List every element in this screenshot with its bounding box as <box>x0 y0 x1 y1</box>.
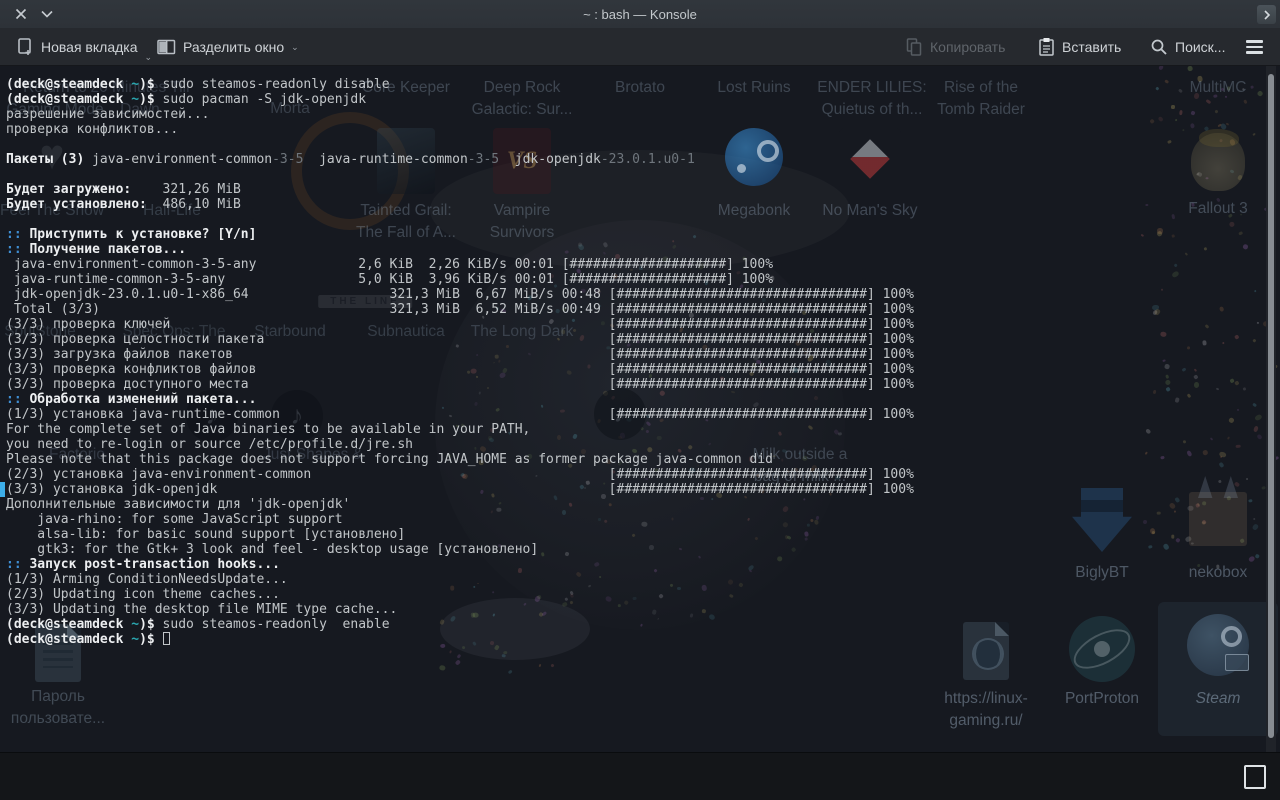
paste-icon <box>1038 37 1055 57</box>
terminal-line: (2/3) Updating icon theme caches... <box>6 587 914 602</box>
terminal-line: jdk-openjdk-23.0.1.u0-1-x86_64 321,3 MiB… <box>6 287 914 302</box>
terminal-line: Пакеты (3) java-environment-common-3-5 j… <box>6 152 914 167</box>
terminal-scrollbar-thumb[interactable] <box>1268 74 1274 738</box>
search-label: Поиск... <box>1175 39 1225 55</box>
terminal-line: gtk3: for the Gtk+ 3 look and feel - des… <box>6 542 914 557</box>
new-tab-dropdown-icon[interactable]: ⌄ <box>145 52 153 63</box>
copy-icon <box>905 37 923 57</box>
taskbar: us 15% 15:24 02.01.2026 <box>0 752 1280 800</box>
terminal-line: :: Получение пакетов... <box>6 242 914 257</box>
show-desktop-button[interactable] <box>1244 765 1266 789</box>
paste-label: Вставить <box>1062 39 1121 55</box>
window-close-button[interactable] <box>8 1 34 27</box>
terminal-line <box>6 212 914 227</box>
copy-label: Копировать <box>930 39 1005 55</box>
terminal-line: (3/3) проверка конфликтов файлов [######… <box>6 362 914 377</box>
chevron-down-icon <box>41 10 53 18</box>
terminal-line <box>6 137 914 152</box>
terminal-line: (1/3) Arming ConditionNeedsUpdate... <box>6 572 914 587</box>
titlebar-arrow-button[interactable] <box>1257 5 1276 24</box>
terminal-line: alsa-lib: for basic sound support [устан… <box>6 527 914 542</box>
new-tab-label: Новая вкладка <box>41 39 138 55</box>
chevron-right-icon <box>1263 10 1271 20</box>
terminal-line: For the complete set of Java binaries to… <box>6 422 914 437</box>
terminal-line: (3/3) установка jdk-openjdk [###########… <box>6 482 914 497</box>
terminal-line: Total (3/3) 321,3 MiB 6,52 MiB/s 00:49 [… <box>6 302 914 317</box>
terminal-line: (3/3) загрузка файлов пакетов [#########… <box>6 347 914 362</box>
terminal-line: (deck@steamdeck ~)$ <box>6 632 914 647</box>
window-menu-button[interactable] <box>34 1 60 27</box>
terminal-line: (deck@steamdeck ~)$ sudo steamos-readonl… <box>6 617 914 632</box>
new-tab-icon <box>16 37 34 57</box>
terminal-line: Please note that this package does not s… <box>6 452 914 467</box>
copy-button[interactable]: Копировать <box>905 28 1005 66</box>
terminal-line: java-environment-common-3-5-any 2,6 KiB … <box>6 257 914 272</box>
terminal-cursor <box>163 632 170 645</box>
terminal-line: Будет установлено: 486,10 MiB <box>6 197 914 212</box>
terminal-line: java-runtime-common-3-5-any 5,0 KiB 3,96… <box>6 272 914 287</box>
terminal-line: (3/3) проверка ключей [#################… <box>6 317 914 332</box>
terminal-line <box>6 167 914 182</box>
terminal-line: (3/3) проверка целостности пакета [#####… <box>6 332 914 347</box>
window-titlebar: ~ : bash — Konsole <box>0 0 1280 28</box>
terminal-line: (3/3) Updating the desktop file MIME typ… <box>6 602 914 617</box>
search-button[interactable]: Поиск... <box>1150 28 1225 66</box>
split-window-label: Разделить окно <box>183 39 284 55</box>
konsole-toolbar: Новая вкладка ⌄ Разделить окно ⌄ Копиров… <box>0 28 1280 66</box>
terminal-line: :: Запуск post-transaction hooks... <box>6 557 914 572</box>
terminal-line: :: Обработка изменений пакета... <box>6 392 914 407</box>
terminal-line: Дополнительные зависимости для 'jdk-open… <box>6 497 914 512</box>
split-window-button[interactable]: Разделить окно ⌄ <box>157 28 299 66</box>
new-tab-button[interactable]: Новая вкладка ⌄ <box>16 28 152 66</box>
split-window-icon <box>157 39 176 55</box>
terminal-line: (deck@steamdeck ~)$ sudo steamos-readonl… <box>6 77 914 92</box>
terminal-line: you need to re-login or source /etc/prof… <box>6 437 914 452</box>
split-window-dropdown-icon[interactable]: ⌄ <box>291 42 299 53</box>
close-icon <box>15 8 27 20</box>
terminal-line: java-rhino: for some JavaScript support <box>6 512 914 527</box>
menu-button[interactable] <box>1246 28 1263 66</box>
terminal-line: Будет загружено: 321,26 MiB <box>6 182 914 197</box>
terminal-content: (deck@steamdeck ~)$ sudo steamos-readonl… <box>6 77 914 647</box>
terminal-line: проверка конфликтов... <box>6 122 914 137</box>
terminal-line: (3/3) проверка доступного места [#######… <box>6 377 914 392</box>
selection-marker <box>0 482 5 497</box>
terminal-line: (2/3) установка java-environment-common … <box>6 467 914 482</box>
hamburger-icon <box>1246 40 1263 53</box>
screen: Return toGaming Mode20 Minutes TillDawnM… <box>0 0 1280 800</box>
search-icon <box>1150 38 1168 56</box>
paste-button[interactable]: Вставить <box>1038 28 1121 66</box>
terminal-line: (deck@steamdeck ~)$ sudo pacman -S jdk-o… <box>6 92 914 107</box>
window-title: ~ : bash — Konsole <box>0 7 1280 22</box>
terminal-line: разрешение зависимостей... <box>6 107 914 122</box>
terminal-line: (1/3) установка java-runtime-common [###… <box>6 407 914 422</box>
terminal-line: :: Приступить к установке? [Y/n] <box>6 227 914 242</box>
